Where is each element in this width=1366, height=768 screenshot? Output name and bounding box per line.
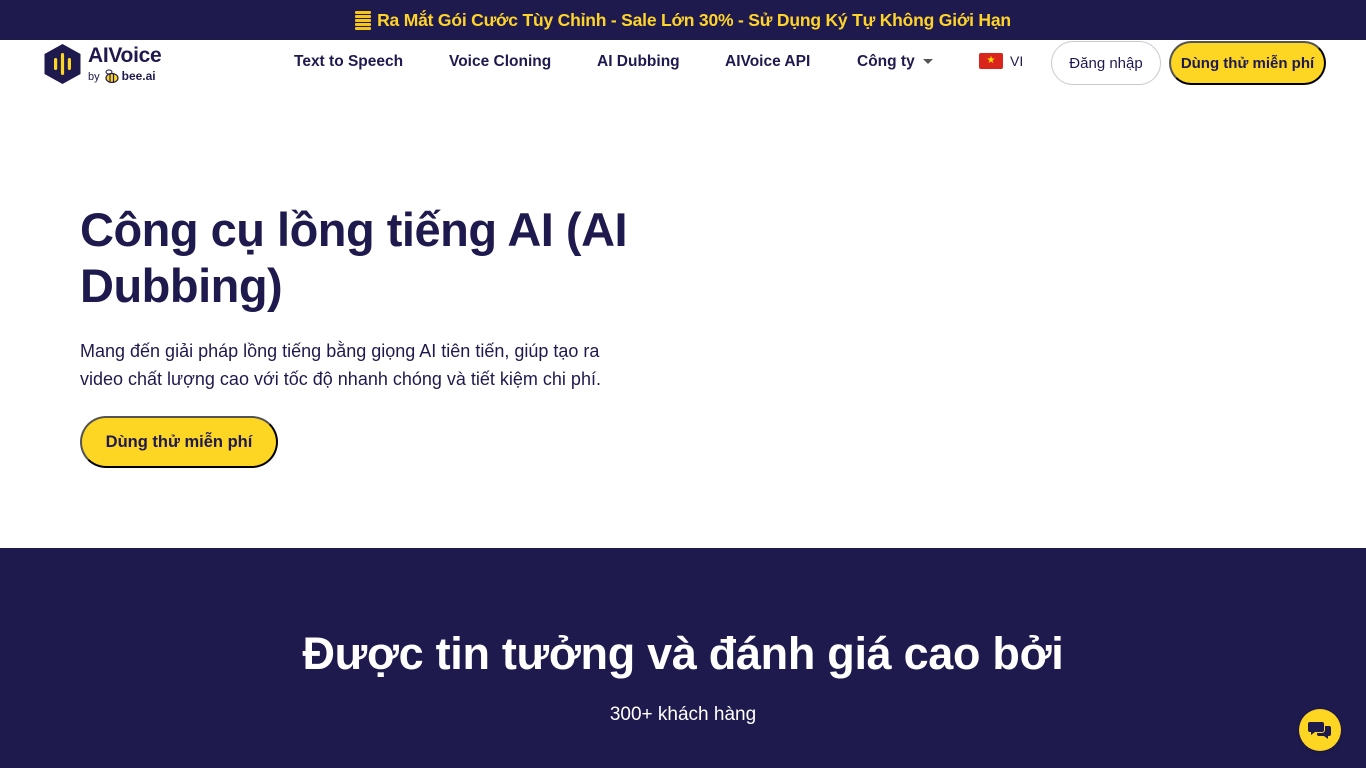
nav-company-label: Công ty — [857, 53, 915, 70]
language-label: VI — [1010, 53, 1024, 69]
bee-icon — [105, 69, 119, 83]
logo-title: AIVoice — [88, 44, 162, 67]
logo-brand-text: bee.ai — [121, 68, 156, 83]
nav-aivoice-api[interactable]: AIVoice API — [725, 53, 810, 71]
nav-ai-dubbing[interactable]: AI Dubbing — [597, 53, 680, 71]
logo-hexagon-icon — [44, 44, 81, 84]
promo-banner[interactable]: Ra Mắt Gói Cước Tùy Chỉnh - Sale Lớn 30%… — [0, 0, 1366, 40]
nav-text-to-speech[interactable]: Text to Speech — [294, 53, 403, 71]
language-selector[interactable]: ★ VI — [979, 53, 1023, 69]
aivoice-logo[interactable]: AIVoice by bee.ai — [43, 42, 183, 86]
promo-text[interactable]: Ra Mắt Gói Cước Tùy Chỉnh - Sale Lớn 30%… — [377, 10, 1011, 31]
free-trial-button-header[interactable]: Dùng thử miễn phí — [1169, 41, 1326, 85]
logo-by-text: by — [88, 71, 100, 83]
vietnam-flag-icon: ★ — [979, 53, 1003, 69]
nav-voice-cloning[interactable]: Voice Cloning — [449, 53, 551, 71]
login-button[interactable]: Đăng nhập — [1051, 41, 1161, 85]
chevron-down-icon — [922, 59, 933, 65]
free-trial-button-hero[interactable]: Dùng thử miễn phí — [80, 416, 278, 468]
chat-bubbles-icon — [1308, 722, 1331, 739]
hero-description: Mang đến giải pháp lồng tiếng bằng giọng… — [80, 341, 601, 389]
hero-title: Công cụ lồng tiếng AI (AI Dubbing) — [80, 203, 628, 312]
nav-company-dropdown[interactable]: Công ty — [857, 53, 933, 71]
coin-stack-icon — [355, 9, 372, 31]
chat-widget-button[interactable] — [1299, 709, 1341, 751]
trust-subtitle: 300+ khách hàng — [609, 704, 757, 725]
main-navbar: AIVoice by bee.ai Text to Speech Voice C… — [0, 40, 1366, 86]
trust-section: Được tin tưởng và đánh giá cao bởi 300+ … — [0, 548, 1366, 768]
trust-title: Được tin tưởng và đánh giá cao bởi — [302, 628, 1064, 679]
